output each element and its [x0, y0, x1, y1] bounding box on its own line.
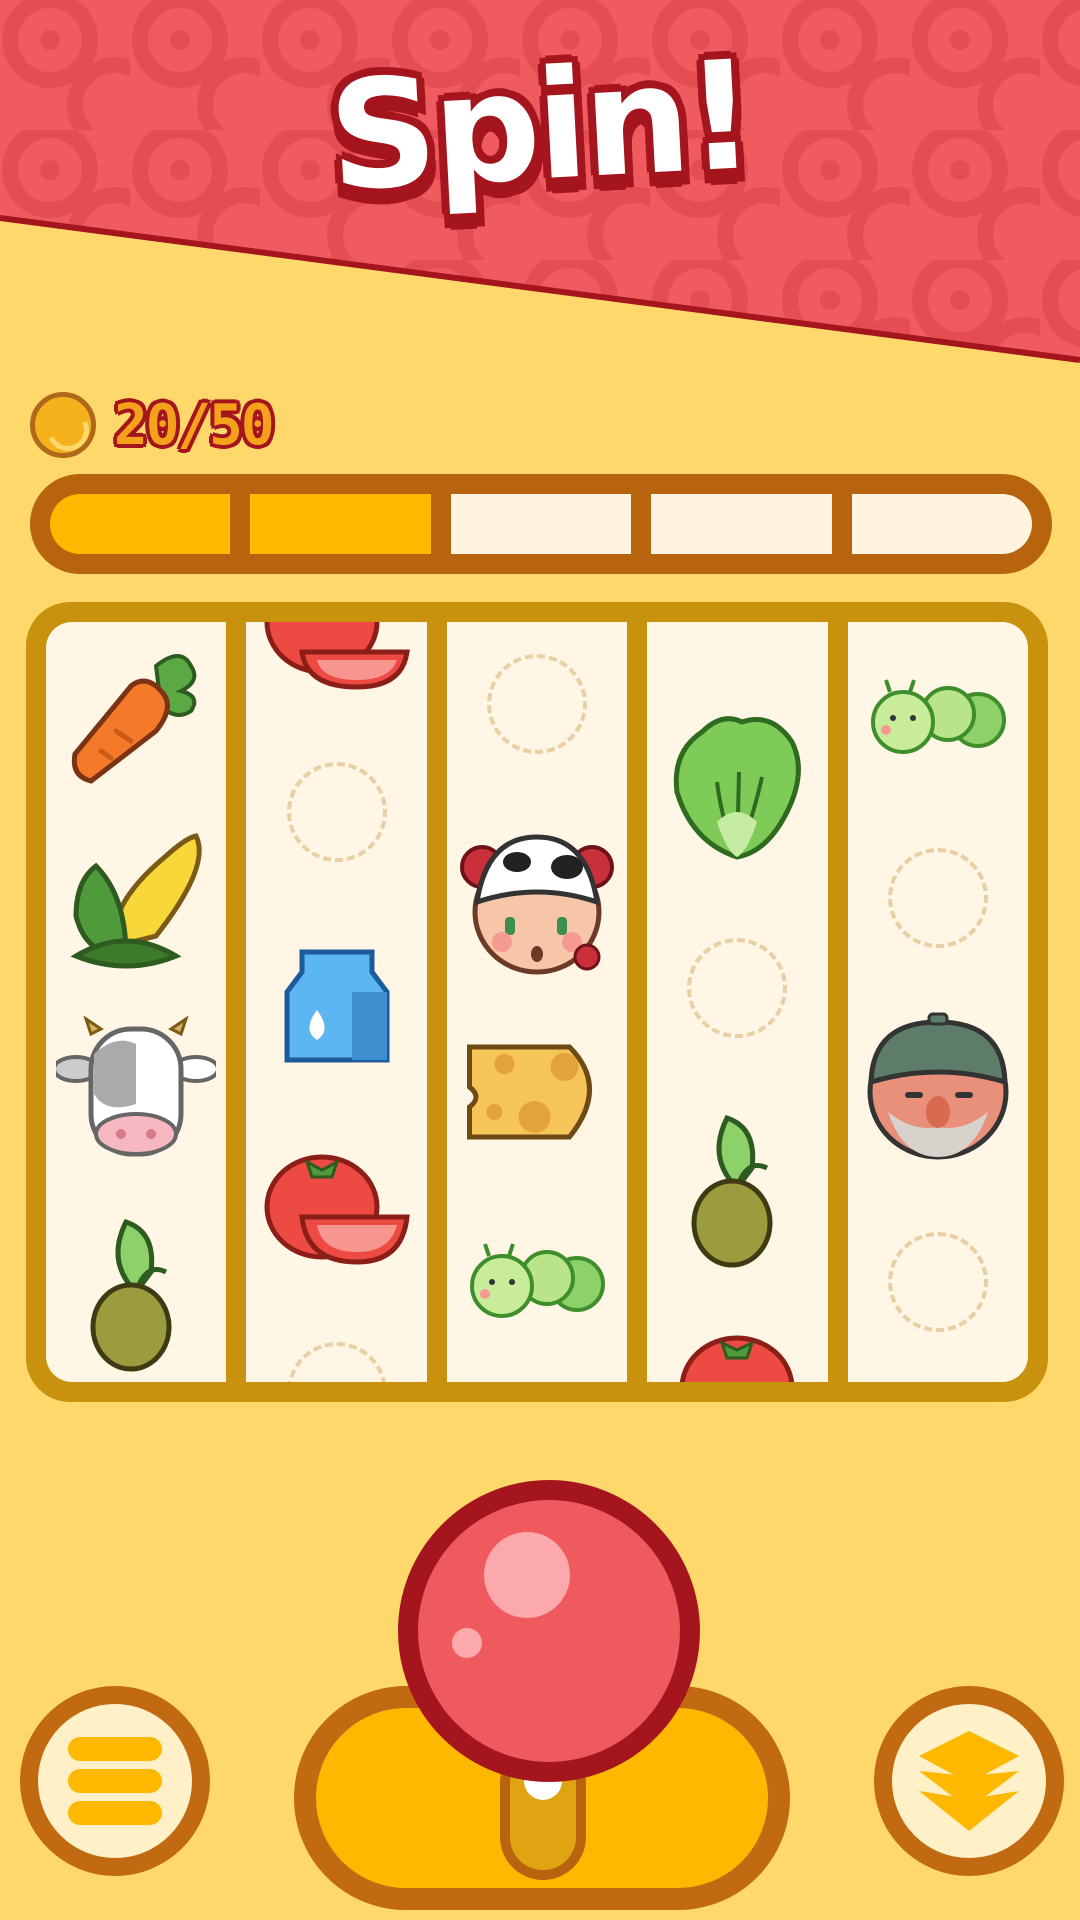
- spin-button[interactable]: [398, 1480, 700, 1782]
- tomato-icon: [264, 1154, 410, 1265]
- empty-slot: [887, 848, 988, 948]
- progress-segment: [50, 494, 231, 554]
- progress-segment: [851, 494, 1033, 554]
- carrot-icon: [72, 654, 197, 784]
- menu-icon-bar: [68, 1769, 162, 1793]
- cheese-icon: [467, 1044, 592, 1140]
- progress-segment: [450, 494, 632, 554]
- empty-slot: [687, 938, 788, 1038]
- coin-icon: [30, 392, 96, 458]
- caterpillar-icon: [470, 1243, 606, 1318]
- menu-button[interactable]: [20, 1686, 210, 1876]
- caterpillar-icon: [870, 679, 1006, 754]
- empty-slot: [286, 762, 387, 862]
- farmer-girl-icon: [460, 834, 615, 975]
- old-farmer-icon: [867, 1012, 1009, 1160]
- sprout-icon: [90, 1218, 172, 1372]
- sprout-icon: [691, 1114, 773, 1268]
- tomato-icon: [264, 622, 410, 690]
- menu-icon: [68, 1737, 162, 1761]
- empty-slot: [286, 1342, 387, 1382]
- progress-bar: [30, 474, 1052, 574]
- progress-segment: [250, 494, 431, 554]
- reel-4: [647, 622, 828, 1382]
- corn-icon: [70, 833, 202, 969]
- reel-2: [246, 622, 427, 1382]
- layers-button[interactable]: [874, 1686, 1064, 1876]
- progress-segment: [651, 494, 832, 554]
- reel-3: [446, 622, 628, 1382]
- coin-count: 20/50: [114, 392, 275, 458]
- coin-counter: 20/50: [30, 392, 275, 458]
- cow-icon: [56, 1015, 217, 1157]
- reel-5: [847, 622, 1029, 1382]
- reel-1: [46, 622, 227, 1382]
- cabbage-icon: [674, 716, 802, 860]
- slot-reels: [26, 602, 1048, 1402]
- milk-icon: [284, 949, 390, 1063]
- layers-icon: [919, 1731, 1019, 1831]
- tomato-icon: [680, 1335, 795, 1382]
- empty-slot: [887, 1232, 988, 1332]
- empty-slot: [487, 654, 588, 754]
- header-banner: Spin!: [0, 0, 1080, 380]
- menu-icon-bar: [68, 1801, 162, 1825]
